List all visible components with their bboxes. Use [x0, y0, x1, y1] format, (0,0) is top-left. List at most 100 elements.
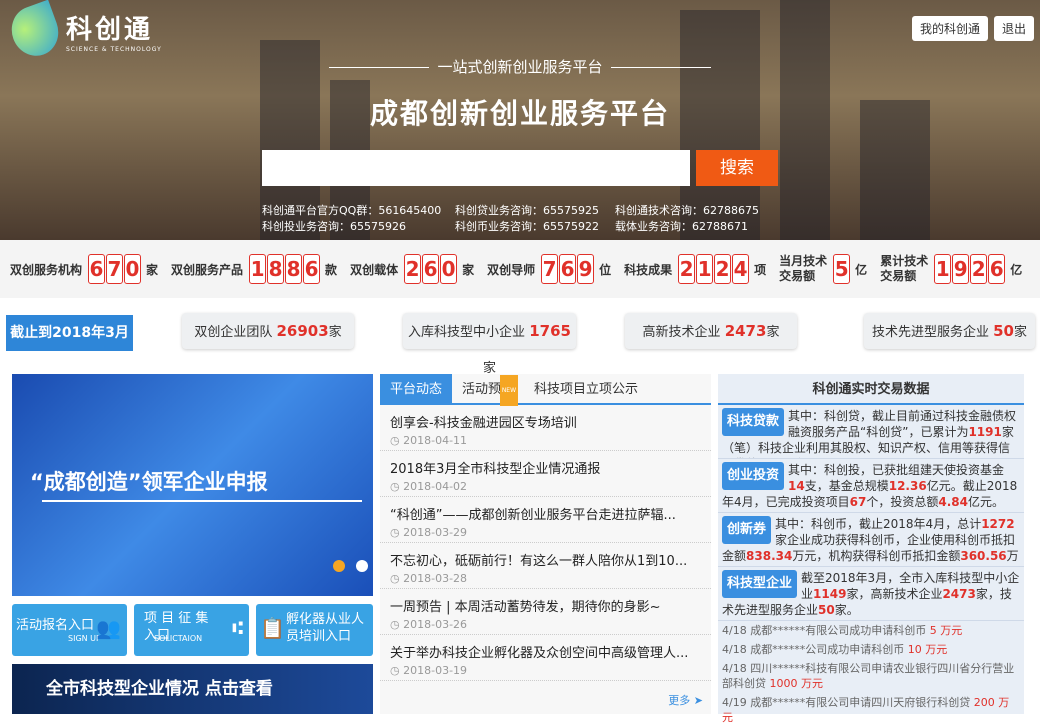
news-title[interactable]: 创享会-科技金融进园区专场培训	[390, 412, 701, 431]
as-of-label: 截止到2018年3月	[6, 315, 133, 351]
deal-item: 科技贷款 其中：科创贷，截止目前通过科技金融债权融资服务产品“科创贷”，已累计为1…	[718, 405, 1024, 459]
news-title[interactable]: 一周预告 | 本周活动蓄势待发，期待你的身影~	[390, 596, 701, 615]
clock-icon: ◷	[390, 480, 400, 493]
pill-advanced[interactable]: 技术先进型服务企业 50家	[864, 313, 1035, 349]
user-icon: 👥	[96, 616, 121, 640]
news-item[interactable]: 不忘初心，砥砺前行！有这么一群人陪你从1到10... ◷ 2018-03-28	[380, 543, 711, 589]
deal-tag[interactable]: 创业投资	[722, 462, 785, 490]
news-title[interactable]: 2018年3月全市科技型企业情况通报	[390, 458, 701, 477]
clock-icon: ◷	[390, 526, 400, 539]
stat-digit: 1	[934, 254, 952, 284]
deal-tag[interactable]: 科技贷款	[722, 408, 785, 436]
solicitation-tile[interactable]: 项 目 征 集 入口 SOLICTAION ⑆	[134, 604, 249, 656]
contact-tech: 科创通技术咨询：62788675	[615, 204, 759, 217]
stat-digit: 1	[696, 254, 714, 284]
stat-unit: 家	[146, 262, 159, 277]
tile-title: 孵化器从业人 员培训入口	[286, 612, 365, 644]
carousel-dot-1[interactable]	[333, 560, 345, 572]
tile-title: 活动报名入口	[16, 618, 95, 633]
hero-banner: 科创通 SCIENCE & TECHNOLOGY 我的科创通 退出 一站式创新创…	[0, 0, 1040, 240]
news-date: ◷ 2018-03-28	[390, 572, 468, 585]
tab-platform-news[interactable]: 平台动态	[380, 374, 453, 403]
deals-header: 科创通实时交易数据	[718, 374, 1024, 405]
news-date: ◷ 2018-04-11	[390, 434, 468, 447]
contact-qq: 科创通平台官方QQ群：561645400	[262, 204, 442, 217]
tile-sub: SOLICTAION	[154, 634, 203, 643]
clock-icon: ◷	[390, 618, 400, 631]
news-item[interactable]: 创享会-科技金融进园区专场培训 ◷ 2018-04-11	[380, 405, 711, 451]
stat-digit: 1	[249, 254, 267, 284]
stat-digit: 2	[404, 254, 422, 284]
stat-digit: 2	[714, 254, 732, 284]
ticker-row: 4/18 四川******科技有限公司申请农业银行四川省分行营业部科创贷 100…	[722, 662, 1015, 690]
tab-project-notice[interactable]: 科技项目立项公示	[524, 374, 648, 403]
clock-icon: ◷	[390, 664, 400, 677]
banner-underline	[42, 500, 362, 502]
stat-label: 双创载体	[350, 262, 399, 277]
stat-item: 双创导师769769位	[487, 254, 611, 284]
stat-unit: 亿	[855, 262, 868, 277]
stat-unit: 项	[754, 262, 767, 277]
new-badge: NEW	[499, 375, 519, 406]
tab-events[interactable]: 活动预告 NEW	[452, 374, 524, 406]
stat-digit: 9	[577, 254, 595, 284]
banner-text: “成都创造”领军企业申报	[30, 470, 268, 494]
enterprise-report-banner[interactable]: 全市科技型企业情况 点击查看	[12, 664, 373, 714]
news-item[interactable]: 关于举办科技企业孵化器及众创空间中高级管理人... ◷ 2018-03-19	[380, 635, 711, 681]
deal-item: 创业投资 其中：科创投，已获批组建天使投资基金14支，基金总规模12.36亿元。截…	[718, 459, 1024, 513]
stat-label: 双创服务产品	[171, 262, 244, 277]
deal-tag[interactable]: 科技型企业	[722, 570, 798, 598]
stat-digit: 0	[440, 254, 458, 284]
stat-digit: 8	[267, 254, 285, 284]
stat-digit: 5	[833, 254, 851, 284]
deal-tag[interactable]: 创新券	[722, 516, 772, 544]
stat-item: 当月技术 交易额55亿	[779, 254, 867, 284]
logout-button[interactable]: 退出	[993, 16, 1034, 41]
news-item[interactable]: 一周预告 | 本周活动蓄势待发，期待你的身影~ ◷ 2018-03-26	[380, 589, 711, 635]
stat-label: 当月技术 交易额	[779, 254, 828, 283]
stat-digit: 4	[732, 254, 750, 284]
stat-item: 科技成果21242124项	[624, 254, 766, 284]
pill-teams[interactable]: 双创企业团队 26903家	[182, 313, 354, 349]
tagline: 一站式创新创业服务平台	[0, 56, 1040, 77]
training-tile[interactable]: 📋 孵化器从业人 员培训入口	[256, 604, 373, 656]
page-title: 成都创新创业服务平台	[369, 97, 670, 130]
ticker-row: 4/19 成都******有限公司申请四川天府银行科创贷 200 万元	[722, 696, 1010, 724]
news-title[interactable]: “科创通”——成都创新创业服务平台走进拉萨辐...	[390, 504, 701, 523]
stat-label: 双创服务机构	[10, 262, 83, 277]
logo-subtext: SCIENCE & TECHNOLOGY	[66, 46, 162, 53]
my-account-button[interactable]: 我的科创通	[911, 16, 988, 41]
stat-unit: 位	[599, 262, 612, 277]
clock-icon: ◷	[390, 434, 400, 447]
stat-digit: 7	[106, 254, 124, 284]
contact-info: 科创通平台官方QQ群：561645400 科创贷业务咨询：65575925 科创…	[262, 203, 759, 235]
stat-unit: 亿	[1010, 262, 1023, 277]
stat-label: 双创导师	[487, 262, 536, 277]
logo[interactable]: 科创通 SCIENCE & TECHNOLOGY	[4, 0, 162, 63]
signup-tile[interactable]: 活动报名入口 SIGN UP 👥	[12, 604, 127, 656]
stat-item: 双创载体260260家	[350, 254, 474, 284]
news-panel: 平台动态 活动预告 NEW 科技项目立项公示 创享会-科技金融进园区专场培训 ◷ 2…	[380, 374, 711, 714]
stats-bar: 双创服务机构670670家双创服务产品18861886款双创载体260260家双…	[0, 240, 1040, 298]
stat-digit: 9	[952, 254, 970, 284]
network-icon: ⑆	[232, 618, 243, 639]
contact-loan: 科创贷业务咨询：65575925	[455, 204, 599, 217]
search-button[interactable]: 搜索	[696, 150, 778, 186]
stat-digit: 2	[970, 254, 988, 284]
news-title[interactable]: 不忘初心，砥砺前行！有这么一群人陪你从1到10...	[390, 550, 701, 569]
news-item[interactable]: 2018年3月全市科技型企业情况通报 ◷ 2018-04-02	[380, 451, 711, 497]
news-title[interactable]: 关于举办科技企业孵化器及众创空间中高级管理人...	[390, 642, 701, 661]
news-date: ◷ 2018-04-02	[390, 480, 468, 493]
promo-banner[interactable]: “成都创造”领军企业申报	[12, 374, 373, 596]
summary-bar: 截止到2018年3月 双创企业团队 26903家 入库科技型中小企业 1765家…	[0, 305, 1040, 376]
carousel-dot-2[interactable]	[356, 560, 368, 572]
pill-hightech[interactable]: 高新技术企业 2473家	[625, 313, 797, 349]
stat-unit: 款	[325, 262, 338, 277]
stat-digit: 2	[678, 254, 696, 284]
more-link[interactable]: 更多 ➤	[668, 692, 703, 708]
search-input[interactable]	[262, 150, 690, 186]
pill-smes[interactable]: 入库科技型中小企业 1765家	[403, 313, 576, 376]
deal-item: 创新券 其中：科创币，截止2018年4月，总计1272家企业成功获得科创币，企业使…	[718, 513, 1024, 567]
stat-digit: 6	[988, 254, 1006, 284]
news-item[interactable]: “科创通”——成都创新创业服务平台走进拉萨辐... ◷ 2018-03-29	[380, 497, 711, 543]
